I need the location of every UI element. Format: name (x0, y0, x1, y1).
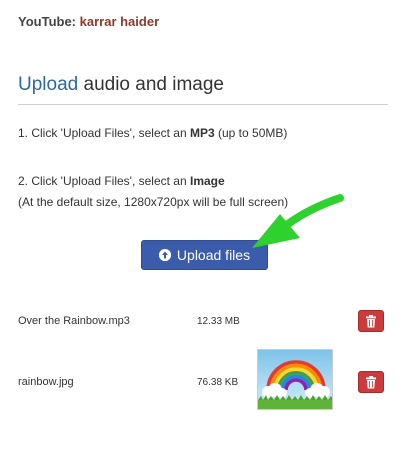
divider (18, 104, 388, 105)
file-name: rainbow.jpg (18, 376, 74, 388)
instruction-step-2: 2. Click 'Upload Files', select an Image (18, 174, 225, 188)
trash-icon (366, 314, 376, 327)
credit-prefix: YouTube: (18, 14, 77, 29)
file-size: 12.33 MB (197, 316, 240, 327)
file-row-audio: Over the Rainbow.mp3 12.33 MB (0, 310, 410, 350)
arrow-up-circle-icon (158, 249, 171, 261)
step-2-bold: Image (189, 174, 225, 188)
youtube-credit: YouTube: karrar haider (18, 14, 159, 29)
file-name: Over the Rainbow.mp3 (18, 315, 130, 327)
file-size: 76.38 KB (197, 377, 239, 388)
title-accent: Upload (18, 74, 79, 95)
step-2-text: 2. Click 'Upload Files', select an (18, 174, 190, 188)
rainbow-image (258, 350, 332, 409)
page-title: Upload audio and image (18, 74, 224, 96)
step-1-text: 1. Click 'Upload Files', select an (18, 126, 190, 140)
instruction-step-1: 1. Click 'Upload Files', select an MP3 (… (18, 126, 287, 140)
delete-file-button[interactable] (358, 310, 384, 332)
step-1-bold: MP3 (189, 126, 215, 140)
rainbow-image-thumbnail (257, 349, 333, 410)
delete-file-button[interactable] (358, 371, 384, 393)
title-rest: audio and image (78, 74, 224, 95)
credit-author: karrar haider (79, 14, 160, 29)
file-row-image: rainbow.jpg 76.38 KB (0, 370, 410, 410)
step-1-suffix: (up to 50MB) (214, 126, 288, 140)
green-arrow-annotation (252, 194, 344, 248)
trash-icon (366, 375, 376, 388)
